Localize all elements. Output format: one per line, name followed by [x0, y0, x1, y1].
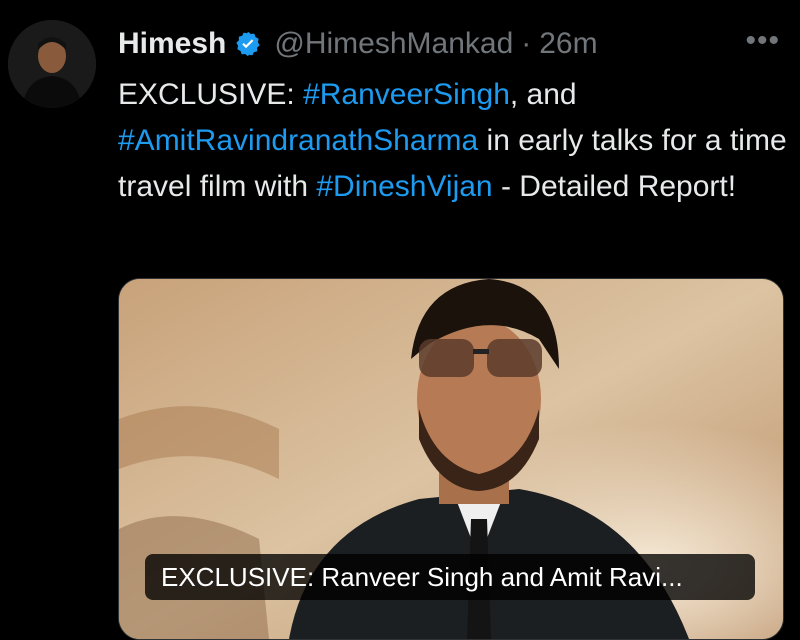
verified-badge-icon — [234, 30, 262, 58]
avatar-image — [8, 20, 96, 108]
media-caption[interactable]: EXCLUSIVE: Ranveer Singh and Amit Ravi..… — [145, 554, 755, 600]
timestamp[interactable]: 26m — [539, 27, 597, 61]
separator: · — [521, 27, 532, 60]
hashtag-link[interactable]: #AmitRavindranathSharma — [118, 124, 478, 157]
tweet-text-segment: EXCLUSIVE: — [118, 78, 304, 111]
tweet-text-segment: - Detailed Report! — [492, 170, 737, 203]
author-name[interactable]: Himesh — [118, 27, 226, 61]
tweet-text: EXCLUSIVE: #RanveerSingh, and #AmitRavin… — [118, 72, 788, 210]
author-handle[interactable]: @HimeshMankad — [274, 27, 513, 61]
tweet-text-segment: , and — [509, 78, 577, 111]
avatar[interactable] — [8, 20, 96, 108]
tweet-header: Himesh @HimeshMankad · 26m ••• — [118, 22, 780, 66]
hashtag-link[interactable]: #RanveerSingh — [303, 78, 510, 111]
hashtag-link[interactable]: #DineshVijan — [316, 170, 492, 203]
more-options-icon[interactable]: ••• — [745, 24, 780, 58]
